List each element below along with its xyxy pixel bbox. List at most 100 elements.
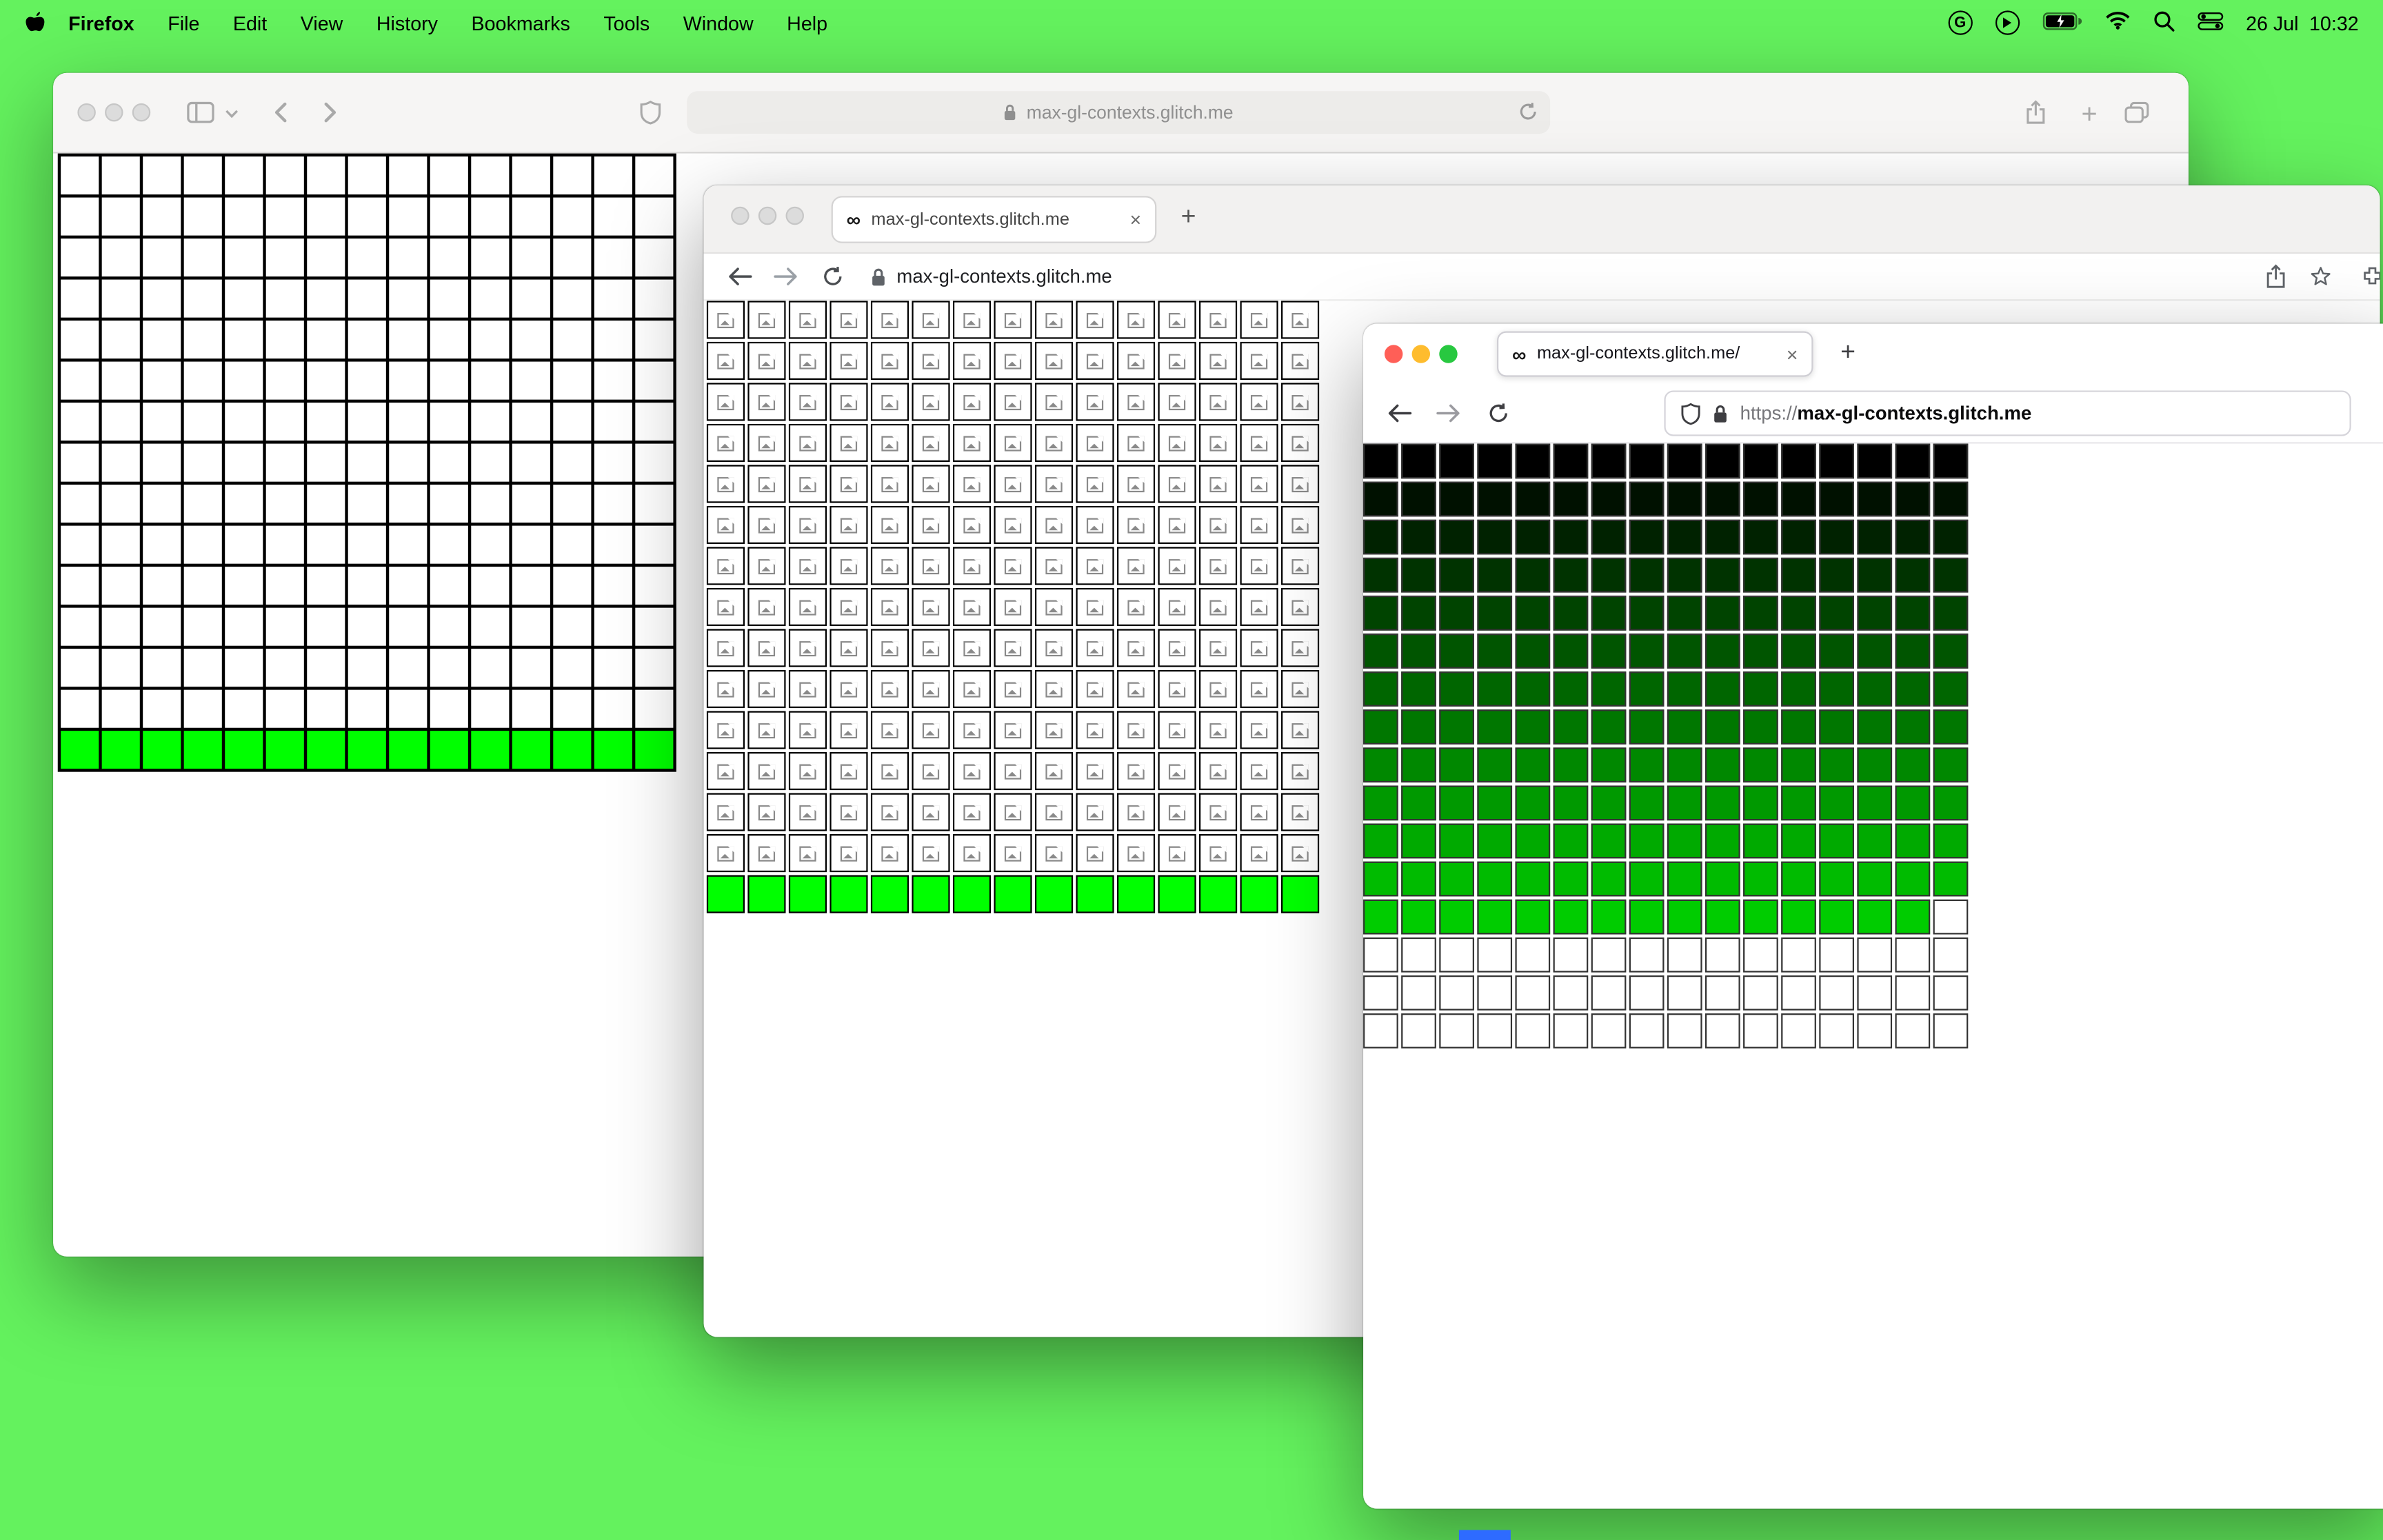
sidebar-chevron-button[interactable]	[225, 110, 239, 119]
grid-cell	[1477, 671, 1513, 707]
grid-cell	[183, 649, 222, 687]
forward-button[interactable]	[774, 267, 798, 285]
grid-cell	[952, 711, 992, 749]
grid-cell	[307, 443, 345, 482]
broken-image-icon	[758, 353, 776, 369]
close-button[interactable]	[1384, 345, 1403, 363]
menu-history[interactable]: History	[360, 12, 455, 34]
broken-image-icon	[840, 845, 858, 861]
privacy-shield-button[interactable]	[640, 100, 661, 125]
menu-file[interactable]: File	[151, 12, 217, 34]
grid-cell	[1515, 861, 1551, 897]
tab-close-icon[interactable]: ×	[1130, 210, 1142, 230]
broken-image-icon	[922, 681, 940, 697]
grid-cell	[307, 321, 345, 359]
tab-max-gl-contexts[interactable]: ∞ max-gl-contexts.glitch.me ×	[831, 196, 1157, 243]
tab-title: max-gl-contexts.glitch.me	[871, 210, 1069, 229]
grid-cell	[1781, 671, 1816, 707]
grid-cell	[1281, 629, 1320, 667]
broken-image-icon	[799, 312, 816, 327]
grid-cell	[829, 301, 868, 339]
shield-icon	[640, 100, 661, 125]
grammarly-icon[interactable]: G	[1948, 10, 1973, 35]
menu-clock[interactable]: 26 Jul 10:32	[2246, 12, 2359, 34]
grid-cell	[594, 403, 632, 441]
address-bar[interactable]: max-gl-contexts.glitch.me	[687, 91, 1551, 134]
grid-cell	[788, 423, 827, 463]
grid-cell	[1705, 937, 1740, 973]
new-tab-button[interactable]: +	[1840, 339, 1856, 365]
broken-image-icon	[1127, 681, 1145, 697]
grid-cell	[706, 301, 745, 339]
menu-view[interactable]: View	[284, 12, 360, 34]
menu-tools[interactable]: Tools	[587, 12, 666, 34]
close-button[interactable]	[77, 103, 96, 122]
back-button[interactable]	[274, 102, 288, 123]
back-button[interactable]	[1387, 404, 1412, 423]
address-bar[interactable]: https://max-gl-contexts.glitch.me	[1664, 390, 2351, 436]
grid-cell	[430, 321, 468, 359]
reload-button[interactable]	[1518, 102, 1538, 126]
back-button[interactable]	[728, 267, 752, 285]
play-icon[interactable]	[1995, 10, 2020, 35]
grid-cell	[706, 752, 745, 791]
grid-cell	[952, 341, 992, 381]
zoom-button[interactable]	[785, 206, 804, 225]
zoom-button[interactable]	[132, 103, 151, 122]
menu-app-name[interactable]: Firefox	[52, 12, 151, 34]
grid-cell	[225, 321, 263, 359]
broken-image-icon	[1209, 681, 1227, 697]
grid-cell	[1477, 899, 1513, 935]
apple-menu[interactable]	[24, 10, 52, 34]
menu-bookmarks[interactable]: Bookmarks	[454, 12, 587, 34]
minimize-button[interactable]	[758, 206, 777, 225]
broken-image-icon	[1086, 558, 1104, 574]
grid-cell	[348, 731, 386, 769]
address-bar[interactable]: max-gl-contexts.glitch.me	[896, 266, 1112, 287]
reload-button[interactable]	[1488, 403, 1509, 424]
grid-cell	[1034, 505, 1074, 545]
extensions-button[interactable]	[2362, 266, 2380, 287]
grid-cell	[1281, 752, 1320, 791]
grid-cell	[829, 669, 868, 709]
forward-button[interactable]	[323, 102, 337, 123]
grid-cell	[1667, 557, 1702, 593]
grid-cell	[1401, 557, 1436, 593]
new-tab-button[interactable]: +	[1181, 203, 1196, 229]
grid-cell	[1116, 629, 1156, 667]
tab-close-icon[interactable]: ×	[1787, 344, 1798, 364]
broken-image-icon	[1045, 353, 1063, 369]
search-icon[interactable]	[2153, 10, 2175, 35]
lock-button[interactable]	[871, 267, 886, 287]
grid-cell	[1515, 709, 1551, 744]
grid-cell	[553, 607, 592, 646]
forward-button[interactable]	[1436, 404, 1460, 423]
broken-image-icon	[1045, 558, 1063, 574]
wifi-icon[interactable]	[2104, 10, 2130, 34]
control-center-icon[interactable]	[2197, 11, 2223, 34]
menu-help[interactable]: Help	[770, 12, 844, 34]
zoom-button[interactable]	[1439, 345, 1458, 363]
tab-max-gl-contexts[interactable]: ∞ max-gl-contexts.glitch.me/ ×	[1497, 331, 1813, 377]
minimize-button[interactable]	[1411, 345, 1431, 363]
grid-cell	[635, 361, 674, 400]
close-button[interactable]	[731, 206, 750, 225]
battery-icon[interactable]	[2042, 12, 2082, 34]
minimize-button[interactable]	[105, 103, 123, 122]
menu-edit[interactable]: Edit	[217, 12, 284, 34]
menu-window[interactable]: Window	[666, 12, 770, 34]
tab-overview-icon	[2124, 101, 2149, 123]
grid-cell	[1076, 505, 1114, 545]
share-button[interactable]	[2266, 264, 2286, 289]
grid-cell	[1895, 937, 1931, 973]
tab-overview-button[interactable]	[2124, 101, 2149, 123]
grid-cell	[1895, 443, 1931, 479]
new-tab-button[interactable]: +	[2081, 99, 2097, 130]
bookmark-star-button[interactable]	[2310, 266, 2331, 287]
grid-cell	[553, 403, 592, 441]
share-button[interactable]	[2026, 100, 2046, 124]
grid-cell	[1591, 557, 1627, 593]
sidebar-button[interactable]	[187, 101, 214, 123]
reload-button[interactable]	[822, 266, 843, 287]
grid-cell	[747, 505, 786, 545]
